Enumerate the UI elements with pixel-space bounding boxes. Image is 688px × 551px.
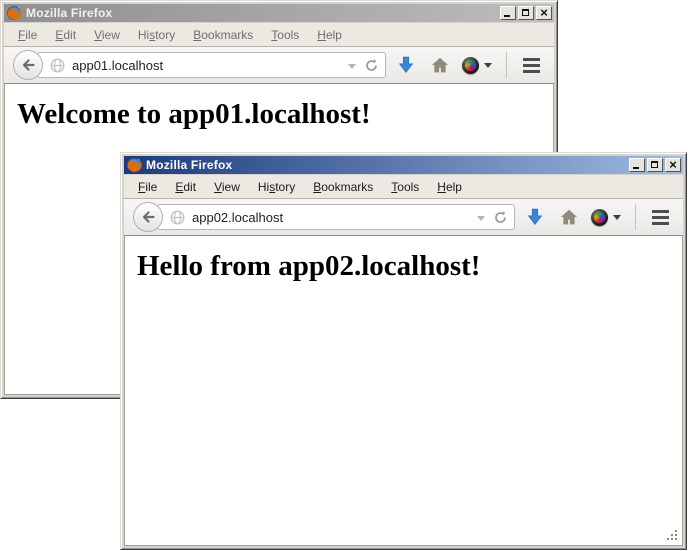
chevron-down-icon [484, 63, 492, 68]
title-bar[interactable]: Mozilla Firefox [124, 156, 683, 174]
menu-item-view[interactable]: View [205, 177, 249, 197]
home-icon [560, 208, 578, 226]
extension-button[interactable] [589, 203, 623, 231]
url-bar[interactable]: app01.localhost [37, 52, 386, 78]
minimize-button[interactable] [629, 158, 645, 172]
home-icon [431, 56, 449, 74]
page-heading: Hello from app02.localhost! [137, 250, 682, 283]
minimize-icon [504, 15, 510, 17]
menu-item-help[interactable]: Help [428, 177, 471, 197]
reload-icon [493, 210, 508, 225]
download-arrow-icon [526, 208, 544, 226]
maximize-icon [522, 9, 529, 16]
menu-item-bookmarks[interactable]: Bookmarks [184, 25, 262, 45]
menu-bar: FileEditViewHistoryBookmarksToolsHelp [124, 175, 683, 199]
menu-item-edit[interactable]: Edit [46, 25, 85, 45]
menu-item-tools[interactable]: Tools [262, 25, 308, 45]
download-arrow-icon [397, 56, 415, 74]
color-wheel-extension-icon [462, 57, 479, 74]
extension-button[interactable] [460, 51, 494, 79]
page-heading: Welcome to app01.localhost! [17, 98, 553, 131]
maximize-button[interactable] [647, 158, 663, 172]
download-button[interactable] [392, 51, 420, 79]
window-title: Mozilla Firefox [26, 6, 500, 20]
minimize-button[interactable] [500, 6, 516, 20]
minimize-icon [633, 167, 639, 169]
menu-item-help[interactable]: Help [308, 25, 351, 45]
hamburger-menu-icon [652, 210, 669, 225]
color-wheel-extension-icon [591, 209, 608, 226]
menu-item-history[interactable]: History [249, 177, 304, 197]
menu-item-history[interactable]: History [129, 25, 184, 45]
maximize-button[interactable] [518, 6, 534, 20]
desktop-background: Mozilla Firefox FileEditViewHistoryBookm… [0, 0, 688, 551]
navigation-toolbar: app02.localhost [124, 199, 683, 236]
menu-item-file[interactable]: File [9, 25, 46, 45]
app-menu-button[interactable] [646, 203, 674, 231]
firefox-logo-icon [6, 5, 22, 21]
globe-icon [50, 58, 65, 73]
hamburger-menu-icon [523, 58, 540, 73]
menu-item-view[interactable]: View [85, 25, 129, 45]
reload-button[interactable] [493, 210, 508, 225]
back-arrow-icon [140, 209, 156, 225]
globe-icon [170, 210, 185, 225]
app-menu-button[interactable] [517, 51, 545, 79]
menu-bar: FileEditViewHistoryBookmarksToolsHelp [4, 23, 554, 47]
back-button[interactable] [13, 50, 43, 80]
firefox-logo-icon [126, 157, 142, 173]
home-button[interactable] [426, 51, 454, 79]
download-button[interactable] [521, 203, 549, 231]
back-button[interactable] [133, 202, 163, 232]
toolbar-separator [506, 52, 507, 78]
toolbar-separator [635, 204, 636, 230]
resize-grip[interactable] [666, 529, 678, 541]
url-text[interactable]: app01.localhost [72, 58, 344, 73]
url-text[interactable]: app02.localhost [192, 210, 473, 225]
chevron-down-icon [613, 215, 621, 220]
page-content: Hello from app02.localhost! [124, 236, 683, 546]
close-button[interactable] [665, 158, 681, 172]
reload-icon [364, 58, 379, 73]
menu-item-tools[interactable]: Tools [382, 177, 428, 197]
close-button[interactable] [536, 6, 552, 20]
urlbar-dropdown-icon[interactable] [348, 64, 356, 69]
window-controls [500, 6, 552, 20]
menu-item-edit[interactable]: Edit [166, 177, 205, 197]
navigation-toolbar: app01.localhost [4, 47, 554, 84]
reload-button[interactable] [364, 58, 379, 73]
menu-item-bookmarks[interactable]: Bookmarks [304, 177, 382, 197]
urlbar-dropdown-icon[interactable] [477, 216, 485, 221]
home-button[interactable] [555, 203, 583, 231]
url-bar[interactable]: app02.localhost [157, 204, 515, 230]
menu-item-file[interactable]: File [129, 177, 166, 197]
window-title: Mozilla Firefox [146, 158, 629, 172]
firefox-window-app02: Mozilla Firefox FileEditViewHistoryBookm… [120, 152, 687, 550]
back-arrow-icon [20, 57, 36, 73]
title-bar[interactable]: Mozilla Firefox [4, 4, 554, 22]
window-controls [629, 158, 681, 172]
maximize-icon [651, 161, 658, 168]
